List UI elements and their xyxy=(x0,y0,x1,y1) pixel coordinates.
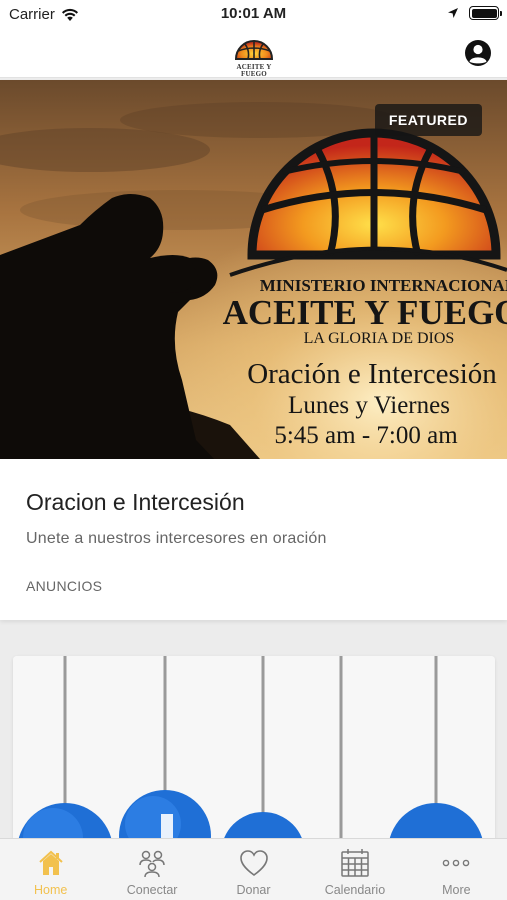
card-title: Oracion e Intercesión xyxy=(26,489,245,515)
globe-logo-icon xyxy=(234,40,274,60)
status-bar: Carrier 10:01 AM xyxy=(0,0,507,28)
card-subtitle: Unete a nuestros intercesores en oración xyxy=(26,530,327,547)
tab-conectar[interactable]: Conectar xyxy=(101,839,202,900)
tab-home-label: Home xyxy=(34,883,68,897)
poster-line2: ACEITE Y FUEGO xyxy=(223,293,507,332)
poster-line4: Oración e Intercesión xyxy=(247,358,497,390)
calendar-icon xyxy=(341,849,369,877)
poster-line6: 5:45 am - 7:00 am xyxy=(274,422,458,449)
user-circle-icon[interactable] xyxy=(464,39,492,67)
battery-icon xyxy=(469,6,502,20)
featured-card[interactable]: MINISTERIO INTERNACIONAL ACEITE Y FUEGO … xyxy=(0,80,507,620)
social-hanging-image xyxy=(13,656,495,856)
featured-badge: FEATURED xyxy=(374,104,482,136)
home-icon xyxy=(39,850,63,875)
tab-home[interactable]: Home xyxy=(0,839,101,900)
poster-line5: Lunes y Viernes xyxy=(288,392,450,419)
second-card[interactable] xyxy=(13,656,495,856)
battery-fill xyxy=(471,8,497,18)
ministry-logo[interactable]: ACEITE Y FUEGO xyxy=(225,31,283,78)
tab-donar[interactable]: Donar xyxy=(203,839,304,900)
tab-conectar-label: Conectar xyxy=(126,883,178,897)
featured-image: MINISTERIO INTERNACIONAL ACEITE Y FUEGO … xyxy=(0,80,507,459)
status-right xyxy=(447,6,502,20)
card-category: ANUNCIOS xyxy=(26,578,103,594)
tab-calendario[interactable]: Calendario xyxy=(304,839,405,900)
tab-more[interactable]: More xyxy=(406,839,507,900)
location-arrow-icon xyxy=(448,8,458,18)
tab-calendario-label: Calendario xyxy=(324,883,386,897)
more-icon xyxy=(443,859,470,867)
logo-text: ACEITE Y FUEGO xyxy=(236,63,272,78)
people-icon xyxy=(139,850,165,878)
status-time: 10:01 AM xyxy=(220,5,287,22)
heart-icon xyxy=(239,850,268,876)
app-header: ACEITE Y FUEGO xyxy=(0,28,507,78)
tab-bar: Home Conectar Donar Calendario More xyxy=(0,838,507,900)
tab-more-label: More xyxy=(442,883,471,897)
poster-line3: LA GLORIA DE DIOS xyxy=(304,330,455,347)
tab-donar-label: Donar xyxy=(236,883,271,897)
poster-graphic: MINISTERIO INTERNACIONAL ACEITE Y FUEGO … xyxy=(0,80,507,459)
